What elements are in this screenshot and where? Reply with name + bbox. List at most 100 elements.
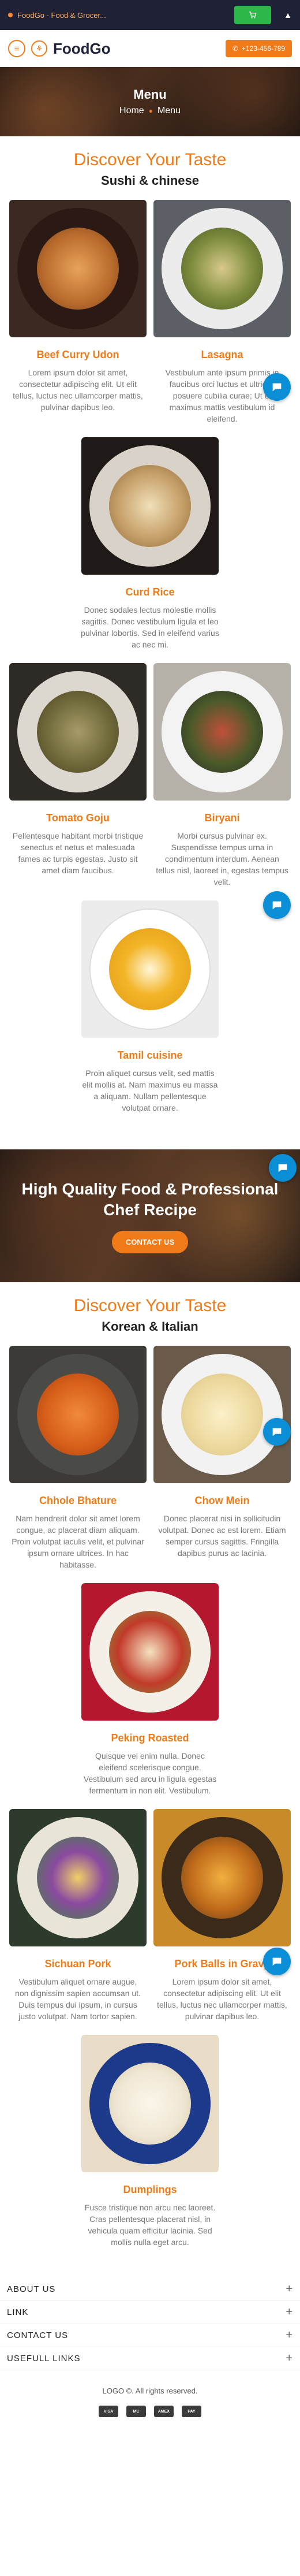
dish-name[interactable]: Lasagna bbox=[153, 349, 291, 361]
footer-link-label: LINK bbox=[7, 2307, 29, 2317]
dish-image bbox=[153, 200, 291, 337]
dish-description: Donec placerat nisi in sollicitudin volu… bbox=[158, 1514, 286, 1558]
dish-description: Lorem ipsum dolor sit amet, consectetur … bbox=[157, 1977, 287, 2021]
breadcrumb-separator-icon: ● bbox=[148, 107, 153, 115]
dish-name[interactable]: Beef Curry Udon bbox=[9, 349, 147, 361]
breadcrumb: Home ● Menu bbox=[119, 106, 181, 116]
phone-number: +123-456-789 bbox=[241, 44, 285, 53]
dish-name[interactable]: Chow Mein bbox=[153, 1495, 291, 1507]
menu-item: Chhole Bhature Nam hendrerit dolor sit a… bbox=[6, 1346, 150, 1570]
menu-item: Peking Roasted Quisque vel enim nulla. D… bbox=[75, 1583, 225, 1796]
section-subtitle: Discover Your Taste bbox=[73, 1296, 227, 1315]
footer-link-label: ABOUT US bbox=[7, 2284, 56, 2294]
dish-image bbox=[153, 1346, 291, 1483]
chat-button[interactable] bbox=[263, 373, 291, 401]
chat-button[interactable] bbox=[263, 891, 291, 919]
dish-description: Donec sodales lectus molestie mollis sag… bbox=[81, 605, 219, 649]
menu-item: Chow Mein Donec placerat nisi in sollici… bbox=[150, 1346, 294, 1570]
contact-us-button[interactable]: CONTACT US bbox=[111, 1230, 189, 1253]
dish-description: Fusce tristique non arcu nec laoreet. Cr… bbox=[84, 2203, 216, 2247]
chat-icon bbox=[272, 1957, 282, 1966]
site-header: ≡ ⚘ FoodGo ✆ +123-456-789 bbox=[0, 30, 300, 67]
top-bar: FoodGo - Food & Grocer... ▲ bbox=[0, 0, 300, 30]
footer: ABOUT US + LINK + CONTACT US + USEFULL L… bbox=[0, 2272, 300, 2429]
breadcrumb-home[interactable]: Home bbox=[119, 106, 144, 116]
plus-icon: + bbox=[286, 2306, 293, 2318]
cart-icon bbox=[249, 12, 257, 18]
dish-name[interactable]: Tamil cuisine bbox=[78, 1049, 222, 1062]
dish-image bbox=[9, 200, 147, 337]
site-logo[interactable]: FoodGo bbox=[53, 40, 111, 58]
plus-icon: + bbox=[286, 2352, 293, 2365]
chat-button[interactable] bbox=[269, 1154, 297, 1182]
phone-button[interactable]: ✆ +123-456-789 bbox=[225, 40, 292, 57]
dish-name[interactable]: Dumplings bbox=[78, 2184, 222, 2196]
dish-image bbox=[9, 1346, 147, 1483]
dish-image bbox=[153, 1809, 291, 1946]
page-title: Menu bbox=[133, 87, 167, 102]
payment-icons: VISA MC AMEX PAY bbox=[0, 2406, 300, 2429]
dish-description: Pellentesque habitant morbi tristique se… bbox=[12, 831, 144, 875]
menu-item: Sichuan Pork Vestibulum aliquet ornare a… bbox=[6, 1809, 150, 2022]
plus-icon: + bbox=[286, 2283, 293, 2295]
dish-description: Morbi cursus pulvinar ex. Suspendisse te… bbox=[156, 831, 288, 887]
dish-description: Quisque vel enim nulla. Donec eleifend s… bbox=[83, 1751, 217, 1795]
dish-description: Proin aliquet cursus velit, sed mattis e… bbox=[82, 1069, 218, 1112]
dish-image bbox=[81, 1583, 219, 1721]
pay-icon: PAY bbox=[182, 2406, 201, 2417]
menu-grid-1: Beef Curry Udon Lorem ipsum dolor sit am… bbox=[0, 188, 300, 1126]
chat-icon bbox=[272, 901, 282, 910]
dish-name[interactable]: Peking Roasted bbox=[78, 1732, 222, 1744]
dish-image bbox=[9, 1809, 147, 1946]
dish-name[interactable]: Biryani bbox=[153, 812, 291, 824]
mastercard-icon: MC bbox=[126, 2406, 146, 2417]
chat-button[interactable] bbox=[263, 1418, 291, 1446]
tab-title: FoodGo - Food & Grocer... bbox=[17, 10, 106, 20]
section-korean-italian: Discover Your Taste Korean & Italian bbox=[0, 1282, 300, 1334]
dish-name[interactable]: Chhole Bhature bbox=[9, 1495, 147, 1507]
section-title: Sushi & chinese bbox=[101, 173, 199, 188]
menu-item: Tomato Goju Pellentesque habitant morbi … bbox=[6, 663, 150, 888]
menu-item: Dumplings Fusce tristique non arcu nec l… bbox=[75, 2035, 225, 2248]
promo-title: High Quality Food & Professional Chef Re… bbox=[21, 1179, 279, 1219]
chat-icon bbox=[278, 1164, 287, 1172]
menu-grid-2: Chhole Bhature Nam hendrerit dolor sit a… bbox=[0, 1334, 300, 2261]
footer-link-label: CONTACT US bbox=[7, 2331, 69, 2340]
chat-icon bbox=[272, 1428, 282, 1436]
dish-image bbox=[153, 663, 291, 801]
dish-name[interactable]: Curd Rice bbox=[78, 586, 222, 598]
chat-button[interactable] bbox=[263, 1948, 291, 1975]
menu-item: Lasagna Vestibulum ante ipsum primis in … bbox=[150, 200, 294, 425]
dish-description: Nam hendrerit dolor sit amet lorem congu… bbox=[12, 1514, 144, 1569]
footer-link[interactable]: LINK + bbox=[0, 2301, 300, 2324]
section-subtitle: Discover Your Taste bbox=[73, 150, 227, 169]
section-sushi-chinese: Discover Your Taste Sushi & chinese bbox=[0, 136, 300, 188]
dish-image bbox=[81, 437, 219, 575]
plus-icon: + bbox=[286, 2329, 293, 2342]
copyright: LOGO ©. All rights reserved. bbox=[102, 2387, 198, 2395]
dish-image bbox=[81, 900, 219, 1038]
footer-about-us[interactable]: ABOUT US + bbox=[0, 2278, 300, 2301]
phone-icon: ✆ bbox=[232, 44, 238, 53]
logo-icon: ⚘ bbox=[31, 40, 47, 57]
dish-image bbox=[81, 2035, 219, 2172]
menu-item: Curd Rice Donec sodales lectus molestie … bbox=[75, 437, 225, 650]
dish-name[interactable]: Sichuan Pork bbox=[9, 1958, 147, 1970]
footer-useful-links[interactable]: USEFULL LINKS + bbox=[0, 2347, 300, 2370]
chevron-up-icon[interactable]: ▲ bbox=[284, 10, 292, 20]
dish-name[interactable]: Tomato Goju bbox=[9, 812, 147, 824]
menu-item: Beef Curry Udon Lorem ipsum dolor sit am… bbox=[6, 200, 150, 425]
menu-toggle-button[interactable]: ≡ bbox=[8, 40, 25, 57]
page-banner: Menu Home ● Menu bbox=[0, 67, 300, 136]
dish-description: Lorem ipsum dolor sit amet, consectetur … bbox=[13, 368, 143, 412]
menu-item: Biryani Morbi cursus pulvinar ex. Suspen… bbox=[150, 663, 294, 919]
amex-icon: AMEX bbox=[154, 2406, 174, 2417]
cart-button[interactable] bbox=[234, 6, 272, 24]
footer-contact-us[interactable]: CONTACT US + bbox=[0, 2324, 300, 2347]
promo-banner: High Quality Food & Professional Chef Re… bbox=[0, 1149, 300, 1282]
breadcrumb-current: Menu bbox=[157, 106, 181, 116]
favicon-icon bbox=[8, 13, 13, 17]
browser-tab[interactable]: FoodGo - Food & Grocer... bbox=[8, 11, 106, 20]
menu-item: Pork Balls in Gravy Lorem ipsum dolor si… bbox=[150, 1809, 294, 2022]
footer-link-label: USEFULL LINKS bbox=[7, 2354, 81, 2363]
